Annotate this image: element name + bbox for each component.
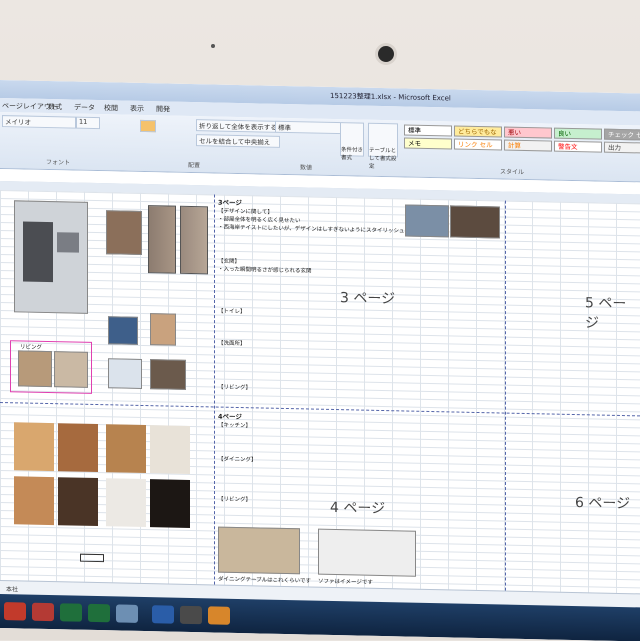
wrap-text-button[interactable]: 折り返して全体を表示する [196,119,280,133]
app-icon[interactable] [208,606,230,625]
spreadsheet-grid[interactable]: リビング 3ページ 【デザインに関して】 ・部屋全体を明るく広く見せたい ・西海… [0,190,640,604]
wood-swatch [14,422,54,472]
cell-style-option[interactable]: メモ [404,137,452,150]
group-number-label: 数値 [300,164,313,172]
photo-interior [450,205,500,239]
app-icon[interactable] [116,604,138,623]
caption-sofa: ソファはイメージです [318,578,373,586]
page-label-6: 6 ページ [575,495,631,513]
photo-interior [405,204,449,238]
photo-washroom [108,358,142,389]
font-size-select[interactable]: 11 [76,116,100,130]
webcam [378,46,394,62]
photo-toilet [108,316,138,345]
cell-style-option[interactable]: 出力 [604,141,640,154]
floor-plan-room [57,232,79,253]
note-line: 【トイレ】 [218,308,246,316]
note-line: 【リビング】 [218,496,252,504]
floor-plan-room [23,221,53,283]
photo-sofa [318,528,416,577]
number-format-select[interactable]: 標準 [275,120,343,135]
cell-style-option[interactable]: 悪い [504,126,552,139]
photo-entrance [106,210,142,255]
page-label-5: 5 ページ [585,295,627,332]
photo-washroom [150,313,176,346]
photo-living [54,351,88,388]
sheet-tab-main[interactable]: 本社 [6,584,18,593]
note-line: ・入った瞬間明るさが感じられる玄関 [218,266,312,275]
note-line: ・西海岸テイストにしたいが、デザインはしすぎないようにスタイリッシュにしたい [218,224,427,235]
cell-style-option[interactable]: 良い [554,127,602,140]
format-as-table-button[interactable]: テーブルとして書式設定 [368,122,398,170]
note-line: 【リビング】 [218,384,252,392]
note-line: 【洗面所】 [218,340,246,348]
caption-dining: ダイニングテーブルはこれくらいです [218,576,312,585]
photo-door [180,205,208,275]
section-heading: 3ページ [218,198,242,208]
group-font-label: フォント [46,158,71,167]
wood-swatch [106,478,146,528]
cell-style-option[interactable]: 計算 [504,139,552,152]
cell-style-option[interactable]: リンク セル [454,138,502,151]
floor-plan [14,200,88,314]
wood-swatch [150,479,190,528]
window-title: 151223整理1.xlsx - Microsoft Excel [330,91,451,103]
align-center-button[interactable] [140,119,156,133]
tab-review[interactable]: 校閲 [104,103,118,113]
page-label-4: 4 ページ [330,499,386,518]
app-icon[interactable] [32,602,54,622]
app-icon[interactable] [4,602,26,621]
tab-formulas[interactable]: 数式 [48,102,62,112]
merge-center-button[interactable]: セルを結合して中央揃え [196,134,280,148]
app-icon[interactable] [180,605,202,625]
conditional-format-button[interactable]: 条件付き書式 [340,122,364,161]
wood-swatch [58,477,98,527]
empty-shape [80,553,104,563]
note-line: 【キッチン】 [218,422,252,430]
page-label-3: 3 ページ [340,290,396,308]
sensor-dot [211,44,215,48]
wood-swatch [150,425,190,474]
wood-swatch [14,476,54,526]
excel-taskbar-icon[interactable] [60,603,82,622]
photo-door [148,205,176,274]
wood-swatch [58,423,98,473]
group-styles-label: スタイル [500,168,525,176]
font-name-select[interactable]: メイリオ [2,115,76,129]
excel-taskbar-icon[interactable] [88,603,110,623]
cell-style-option[interactable]: どちらでもない [454,125,502,147]
cell-style-option[interactable]: チェック セル [604,128,640,141]
section-heading: 4ページ [218,412,242,422]
photo-dining [218,526,300,575]
tab-developer[interactable]: 開発 [156,104,170,114]
cell-style-option[interactable]: 標準 [404,124,452,137]
page-break-vertical [214,194,215,585]
photo-living [18,350,52,388]
laptop-screen: 151223整理1.xlsx - Microsoft Excel ページレイアウ… [0,80,640,641]
page-break-horizontal [0,402,640,417]
cell-style-option[interactable]: 警告文 [554,140,602,153]
page-break-vertical [505,200,506,591]
word-taskbar-icon[interactable] [152,605,174,624]
group-alignment-label: 配置 [188,161,201,170]
tab-view[interactable]: 表示 [130,104,144,114]
note-line: 【ダイニング】 [218,456,257,464]
wood-swatch [106,424,146,474]
tab-data[interactable]: データ [74,103,95,113]
photo-washroom [150,359,186,390]
